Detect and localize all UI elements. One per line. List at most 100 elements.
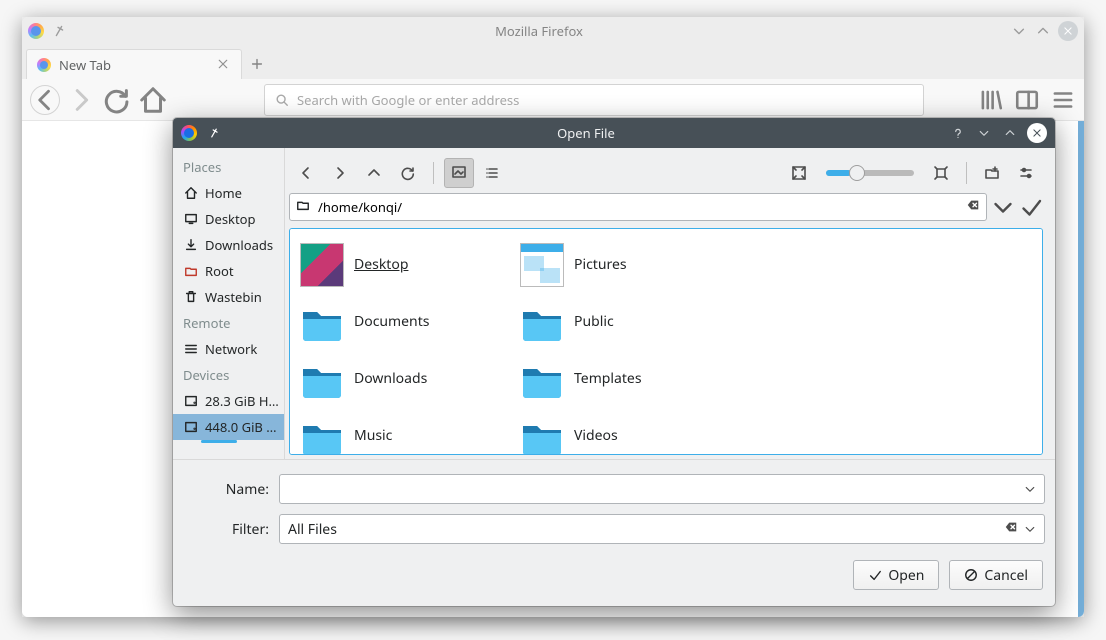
place-downloads[interactable]: Downloads [173,232,284,258]
cancel-button[interactable]: Cancel [949,560,1043,590]
device-2[interactable]: 448.0 GiB … [173,414,284,440]
file-item[interactable]: Music [300,408,510,455]
folder-icon [520,414,564,456]
place-wastebin[interactable]: Wastebin [173,284,284,310]
dialog-title: Open File [231,124,941,142]
device-usage-bar [201,440,237,443]
file-item[interactable]: Documents [300,294,510,349]
place-home[interactable]: Home [173,180,284,206]
dialog-pin-icon[interactable] [202,121,227,146]
hard-disk-icon [183,419,199,435]
reload-button[interactable] [102,85,132,115]
nav-back-button[interactable] [30,85,60,115]
place-label: Wastebin [205,288,262,306]
tab-close-button[interactable] [215,54,231,76]
place-label: Desktop [205,210,256,228]
dialog-titlebar: Open File [173,118,1055,148]
library-button[interactable] [978,87,1004,113]
nav-back-button[interactable] [291,158,321,188]
home-button[interactable] [138,85,168,115]
dialog-toolbar [289,156,1043,190]
dialog-button-row: Open Cancel [173,560,1055,606]
zoom-slider[interactable] [826,170,914,176]
place-network[interactable]: Network [173,336,284,362]
devices-header: Devices [173,362,284,388]
file-label: Templates [574,369,642,388]
file-item[interactable]: Pictures [520,237,730,292]
folder-icon [300,300,344,344]
name-field[interactable] [279,474,1045,504]
desktop-icon [183,211,199,227]
places-panel: Places Home Desktop Downloads Root [173,148,285,459]
file-label: Pictures [574,255,627,274]
file-label: Videos [574,426,618,445]
filter-field[interactable]: All Files [279,514,1045,544]
zoom-out-button[interactable] [784,158,814,188]
place-label: Root [205,262,234,280]
file-item[interactable]: Videos [520,408,730,455]
file-label: Public [574,312,614,331]
file-item[interactable]: Templates [520,351,730,406]
minimize-icon[interactable] [1010,22,1028,40]
trash-icon [183,289,199,305]
firefox-logo-icon [28,23,44,39]
network-icon [183,341,199,357]
maximize-icon[interactable] [1034,22,1052,40]
url-bar[interactable]: Search with Google or enter address [264,84,924,116]
folder-icon [300,357,344,401]
nav-up-button[interactable] [359,158,389,188]
filter-dropdown-icon[interactable] [1024,523,1036,535]
place-root[interactable]: Root [173,258,284,284]
file-item[interactable]: Public [520,294,730,349]
sidebar-button[interactable] [1014,87,1040,113]
places-header: Places [173,154,284,180]
place-label: Home [205,184,242,202]
place-label: Network [205,340,257,358]
url-placeholder: Search with Google or enter address [297,91,519,109]
file-item[interactable]: Downloads [300,351,510,406]
downloads-icon [183,237,199,253]
place-label: Downloads [205,236,273,254]
zoom-in-button[interactable] [926,158,956,188]
dialog-app-icon [181,125,197,141]
new-tab-button[interactable] [242,49,272,79]
icons-view-button[interactable] [444,158,474,188]
reload-button[interactable] [393,158,423,188]
file-list[interactable]: Desktop Pictures Documents Public Downloads T… [289,228,1043,455]
nav-forward-button[interactable] [66,85,96,115]
folder-icon [520,357,564,401]
filter-label: Filter: [173,520,279,539]
home-icon [183,185,199,201]
device-1[interactable]: 28.3 GiB H… [173,388,284,414]
file-item[interactable]: Desktop [300,237,510,292]
file-label: Music [354,426,392,445]
device-label: 448.0 GiB … [205,418,277,436]
firefox-tab-bar: New Tab [22,45,1084,79]
help-button[interactable] [949,124,967,142]
path-text-field[interactable] [316,197,960,217]
folder-icon [300,414,344,456]
name-input[interactable] [288,479,1018,500]
file-label: Documents [354,312,429,331]
path-input[interactable] [289,193,987,221]
open-button[interactable]: Open [853,560,939,590]
open-file-dialog: Open File Places Home Desktop [173,118,1055,606]
name-dropdown-icon[interactable] [1024,483,1036,495]
close-window-button[interactable] [1058,21,1078,41]
remote-header: Remote [173,310,284,336]
root-folder-icon [183,263,199,279]
clear-path-button[interactable] [966,198,980,216]
location-bar [289,192,1043,222]
hamburger-menu-button[interactable] [1050,87,1076,113]
place-desktop[interactable]: Desktop [173,206,284,232]
clear-filter-button[interactable] [1004,520,1018,539]
pictures-thumbnail-icon [520,243,564,287]
cancel-button-label: Cancel [984,566,1028,585]
path-accept-button[interactable] [1019,195,1043,219]
firefox-titlebar: Mozilla Firefox [22,17,1084,45]
path-dropdown-button[interactable] [991,195,1015,219]
nav-forward-button[interactable] [325,158,355,188]
dialog-fields: Name: Filter: All Files [173,459,1055,560]
details-view-button[interactable] [478,158,508,188]
device-label: 28.3 GiB H… [205,392,279,410]
